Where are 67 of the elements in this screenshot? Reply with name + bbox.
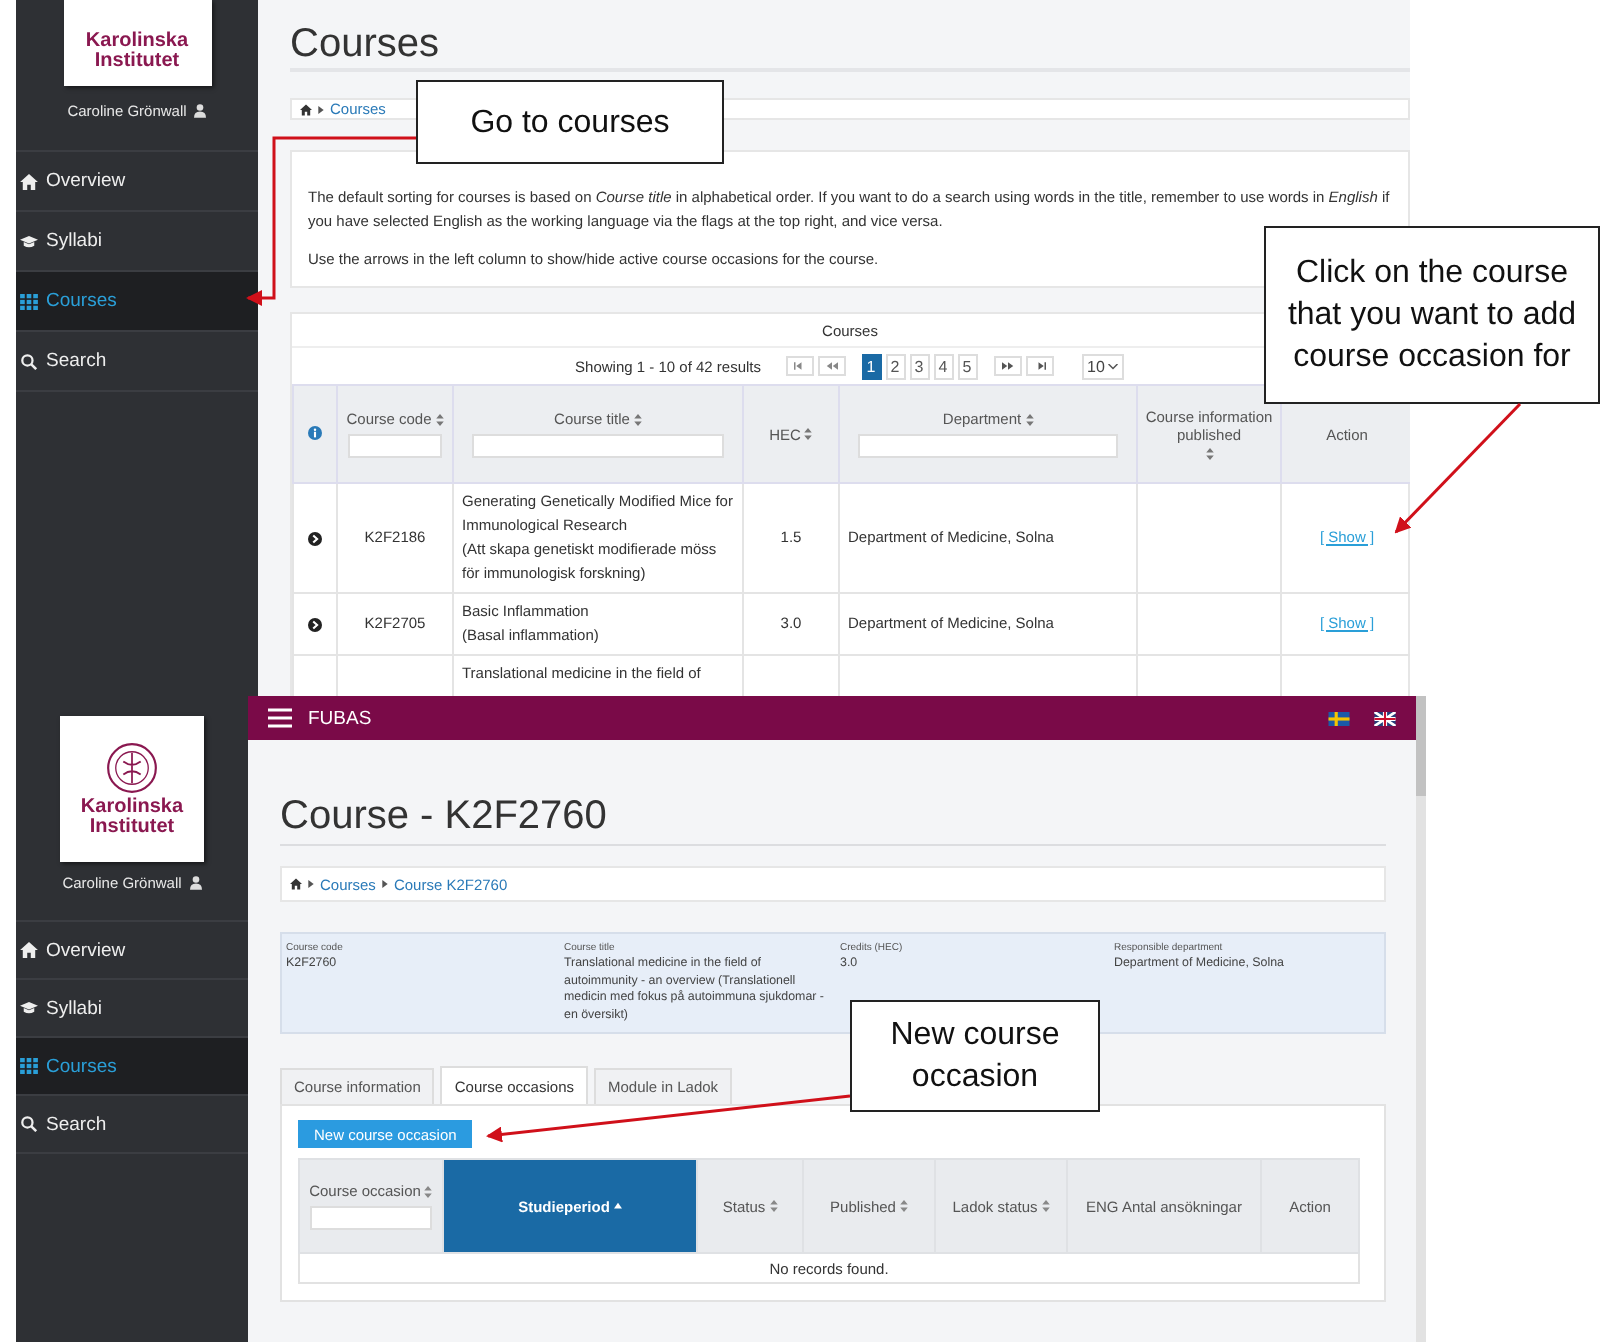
filter-field[interactable] [310,1206,432,1230]
sort-icon[interactable] [804,428,813,440]
chevron-icon [381,880,388,888]
home-icon[interactable] [300,103,312,115]
sort-icon[interactable] [633,413,642,425]
nav-item[interactable]: Overview [16,922,248,980]
graduation-cap-icon [20,1000,38,1016]
arrow [1394,402,1522,534]
uk-flag-icon[interactable] [1374,711,1396,725]
filter-field[interactable] [858,434,1118,458]
sort-icon[interactable] [424,1185,433,1197]
page-size-select[interactable]: 10 [1081,353,1125,379]
page-button[interactable]: 1 [861,353,882,379]
page-button[interactable]: 2 [885,353,906,379]
nav-item[interactable]: Courses [16,1038,248,1096]
first-page-icon [793,362,806,370]
app-name: FUBAS [308,707,372,729]
last-page-icon [1033,362,1046,370]
menu-icon[interactable] [268,708,292,728]
home-icon[interactable] [290,878,302,890]
sort-icon[interactable] [899,1200,908,1212]
swedish-flag-icon[interactable] [1328,711,1350,725]
expand-icon[interactable] [308,531,322,545]
nav-item[interactable]: Search [16,332,258,392]
user-icon [194,103,207,117]
page-button[interactable]: 4 [933,353,954,379]
search-icon [20,353,38,369]
sort-icon[interactable] [769,1200,778,1212]
caret-icon [1108,363,1119,369]
grid-icon [20,1058,38,1074]
grid-icon [20,293,38,309]
next-page-button[interactable] [993,356,1022,376]
page-button[interactable]: 5 [957,353,978,379]
page-button[interactable]: 3 [909,353,930,379]
nav-item[interactable]: Search [16,1096,248,1154]
page-title: Course - K2F2760 [280,794,1386,846]
logo-text: Karolinska Institutet [78,797,186,837]
first-page-button[interactable] [785,356,814,376]
scrollbar[interactable] [1416,696,1426,1342]
callout-box: Click on the course that you want to add course occasion for [1264,226,1600,404]
filter-field[interactable] [347,434,443,458]
callout-box: New course occasion [850,1000,1100,1112]
sort-icon[interactable] [1025,413,1034,425]
sort-icon[interactable] [435,413,444,425]
nav-item[interactable]: Overview [16,152,258,212]
expand-icon[interactable] [308,617,322,631]
chevron-icon [318,105,324,113]
chevron-icon [308,880,314,888]
last-page-button[interactable] [1025,356,1054,376]
logo-text: Karolinska Institutet [83,32,191,72]
callout-box: Go to courses [416,80,724,164]
previous-page-button[interactable] [817,356,846,376]
sort-icon[interactable] [1205,448,1213,460]
emblem-drawing [106,741,158,793]
next-page-icon [1001,362,1014,370]
previous-page-icon [825,362,838,370]
home-icon [20,942,38,958]
search-icon [20,1116,38,1132]
sort-ascending-icon[interactable] [613,1200,622,1212]
filter-field[interactable] [472,434,724,458]
page-title: Courses [290,24,1410,72]
nav-item[interactable]: Courses [16,272,258,332]
graduation-cap-icon [20,233,38,249]
home-icon [20,173,38,189]
info-icon[interactable] [308,425,322,439]
user-icon [189,875,202,889]
sort-icon[interactable] [1041,1200,1050,1212]
